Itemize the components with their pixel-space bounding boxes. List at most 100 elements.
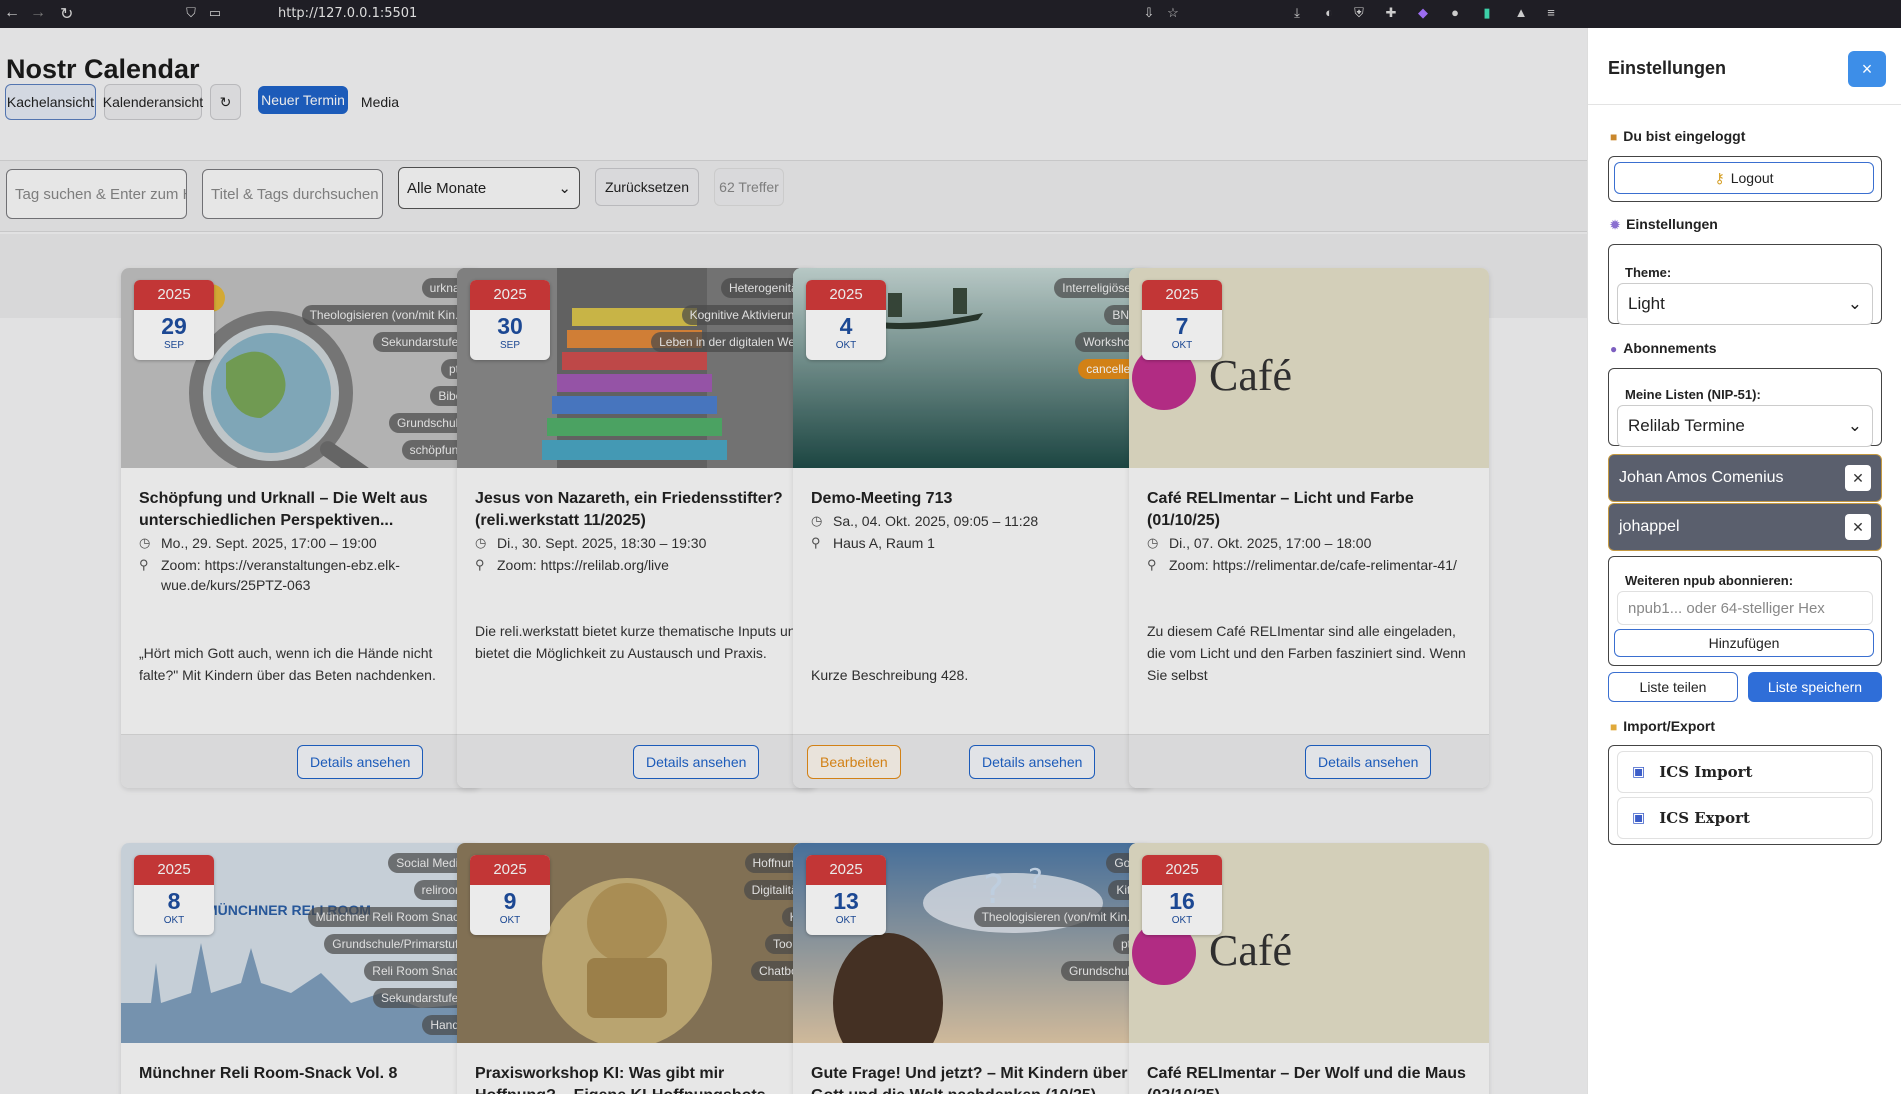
extension-shield-icon[interactable]: ⛨ — [1350, 4, 1368, 22]
remove-subscription-button[interactable]: ✕ — [1845, 514, 1871, 540]
subscription-name: johappel — [1619, 518, 1680, 535]
tag[interactable]: Leben in der digitalen Welt — [651, 332, 809, 352]
date-month: OKT — [1171, 915, 1193, 926]
date-badge: 2025 8 OKT — [134, 855, 214, 935]
event-card[interactable]: 2025 29 SEP urknall Theologisieren (von/mi… — [121, 268, 481, 788]
event-card[interactable]: Café 2025 16 OKT Café RELImentar – Der Wol… — [1129, 843, 1489, 1094]
date-month: OKT — [499, 915, 521, 926]
event-location-text: Zoom: https://relilab.org/live — [497, 557, 669, 573]
theme-select[interactable]: Light ⌄ — [1617, 283, 1873, 325]
calendar-page: Nostr Calendar Kachelansicht Kalenderans… — [0, 28, 1587, 1094]
event-card[interactable]: 20259OKT Hoffnung Digitalität KI Tools C… — [457, 843, 817, 1094]
add-button[interactable]: Hinzufügen — [1614, 629, 1874, 657]
page-icon[interactable]: ▭ — [206, 4, 224, 22]
ics-export-button[interactable]: ▣ ICS Export — [1617, 797, 1873, 839]
event-location: ⚲ Zoom: https://veranstaltungen-ebz.elk-w… — [139, 555, 469, 595]
settings-section-header: ✹ Einstellungen — [1610, 216, 1718, 232]
event-location: ⚲ Zoom: https://relimentar.de/cafe-relime… — [1147, 555, 1477, 575]
install-icon[interactable]: ⇩ — [1140, 4, 1158, 22]
tag-search-input[interactable]: Tag suchen & Enter zum Hin — [6, 169, 187, 219]
tag-list: Social Media reliroom Münchner Reli Room… — [307, 853, 473, 1035]
details-button[interactable]: Details ansehen — [297, 745, 424, 779]
ics-import-button[interactable]: ▣ ICS Import — [1617, 751, 1873, 793]
page-title: Nostr Calendar — [6, 54, 200, 84]
event-date-text: Sa., 04. Okt. 2025, 09:05 – 11:28 — [833, 513, 1039, 529]
date-badge: 2025 30 SEP — [470, 280, 550, 360]
event-location-text: Haus A, Raum 1 — [833, 535, 935, 551]
date-badge: 2025 13 OKT — [806, 855, 886, 935]
month-select-value: Alle Monate — [407, 179, 487, 197]
menu-icon[interactable]: ≡ — [1542, 4, 1560, 22]
folder-icon: ■ — [1610, 720, 1618, 734]
event-card[interactable]: Café 2025 7 OKT Café RELImentar – Licht un… — [1129, 268, 1489, 788]
forward-icon[interactable]: → — [30, 4, 46, 22]
shield-icon[interactable]: ⛉ — [182, 4, 200, 22]
date-year: 2025 — [134, 855, 214, 885]
lists-select[interactable]: Relilab Termine ⌄ — [1617, 405, 1873, 447]
filter-bar: Tag suchen & Enter zum Hin Titel & Tags … — [0, 160, 1587, 232]
theme-box: Theme: Light ⌄ — [1608, 244, 1882, 325]
lists-label: Meine Listen (NIP-51): — [1625, 387, 1761, 402]
account-icon[interactable]: ▲ — [1512, 4, 1530, 22]
tag[interactable]: Grundschule/Primarstufe — [324, 934, 473, 954]
login-section-header: ■ Du bist eingeloggt — [1610, 128, 1745, 144]
remove-subscription-button[interactable]: ✕ — [1845, 465, 1871, 491]
subscription-name: Johan Amos Comenius — [1619, 469, 1784, 486]
refresh-button[interactable]: ↻ — [210, 84, 241, 120]
extension-circle-icon[interactable]: ● — [1446, 4, 1464, 22]
downloads-icon[interactable]: ⤓ — [1288, 4, 1306, 22]
date-year: 2025 — [806, 855, 886, 885]
event-card[interactable]: MÜNCHNER RELI ROOM 2025 8 OKT Social Media… — [121, 843, 481, 1094]
date-day: 13 — [833, 888, 859, 914]
extension-bottle-icon[interactable]: ▮ — [1478, 4, 1496, 22]
logout-button[interactable]: ⚷ Logout — [1614, 162, 1874, 194]
clock-icon: ◷ — [139, 535, 151, 550]
calendar-view-button[interactable]: Kalenderansicht — [103, 84, 203, 120]
reload-icon[interactable]: ↻ — [60, 4, 73, 24]
month-select[interactable]: Alle Monate ⌄ — [398, 167, 580, 209]
extension-drop-icon[interactable]: ◆ — [1414, 4, 1432, 22]
back-icon[interactable]: ← — [4, 4, 20, 22]
share-list-button[interactable]: Liste teilen — [1608, 672, 1738, 702]
event-card[interactable]: ?? 2025 13 OKT Gott Kita Theologisieren (v… — [793, 843, 1153, 1094]
tag[interactable]: Münchner Reli Room Snack — [307, 907, 473, 927]
event-card[interactable]: 2025 4 OKT Interreligiöses BNE Workshop ca… — [793, 268, 1153, 788]
details-button[interactable]: Details ansehen — [633, 745, 760, 779]
event-date-text: Di., 30. Sept. 2025, 18:30 – 19:30 — [497, 535, 707, 551]
cafe-logo-text: Café — [1209, 926, 1292, 975]
details-button[interactable]: Details ansehen — [969, 745, 1096, 779]
subscription-item: Johan Amos Comenius ✕ — [1608, 454, 1882, 502]
tag[interactable]: Theologisieren (von/mit Kin... — [973, 907, 1145, 927]
card-footer: Details ansehen — [1129, 734, 1489, 788]
clock-icon: ◷ — [475, 535, 487, 550]
save-list-button[interactable]: Liste speichern — [1748, 672, 1882, 702]
media-button[interactable]: Media — [358, 84, 402, 120]
edit-button[interactable]: Bearbeiten — [807, 745, 901, 779]
tile-view-button[interactable]: Kachelansicht — [5, 84, 96, 120]
theme-label: Theme: — [1625, 265, 1672, 280]
extension-icon[interactable]: ◐ — [1320, 4, 1338, 22]
event-title: Café RELImentar – Licht und Farbe (01/10… — [1147, 490, 1414, 529]
npub-input[interactable]: npub1... oder 64-stelliger Hex — [1617, 591, 1873, 625]
new-event-button[interactable]: Neuer Termin — [258, 86, 348, 114]
close-button[interactable]: × — [1848, 51, 1886, 87]
tag[interactable]: Kognitive Aktivierung — [681, 305, 809, 325]
gear-icon: ✹ — [1610, 218, 1621, 232]
reset-button[interactable]: Zurücksetzen — [595, 168, 699, 206]
date-month: OKT — [835, 915, 857, 926]
tag[interactable]: Theologisieren (von/mit Kin... — [301, 305, 473, 325]
extensions-puzzle-icon[interactable]: ✚ — [1382, 4, 1400, 22]
login-header-text: Du bist eingeloggt — [1623, 128, 1746, 144]
event-title: Münchner Reli Room-Snack Vol. 8 — [139, 1065, 398, 1082]
bookmark-star-icon[interactable]: ☆ — [1164, 4, 1182, 22]
details-button[interactable]: Details ansehen — [1305, 745, 1432, 779]
event-location-text: Zoom: https://veranstaltungen-ebz.elk-wu… — [161, 557, 400, 593]
event-card[interactable]: 2025 30 SEP Heterogenität Kognitive Aktivi… — [457, 268, 817, 788]
chevron-down-icon: ⌄ — [558, 180, 571, 197]
logout-label: Logout — [1730, 170, 1774, 186]
title-search-input[interactable]: Titel & Tags durchsuchen ... — [202, 169, 383, 219]
address-bar[interactable]: http://127.0.0.1:5501 — [278, 6, 417, 21]
date-month: SEP — [163, 340, 184, 351]
settings-title: Einstellungen — [1608, 58, 1727, 78]
subscriptions-header-text: Abonnements — [1623, 340, 1717, 356]
